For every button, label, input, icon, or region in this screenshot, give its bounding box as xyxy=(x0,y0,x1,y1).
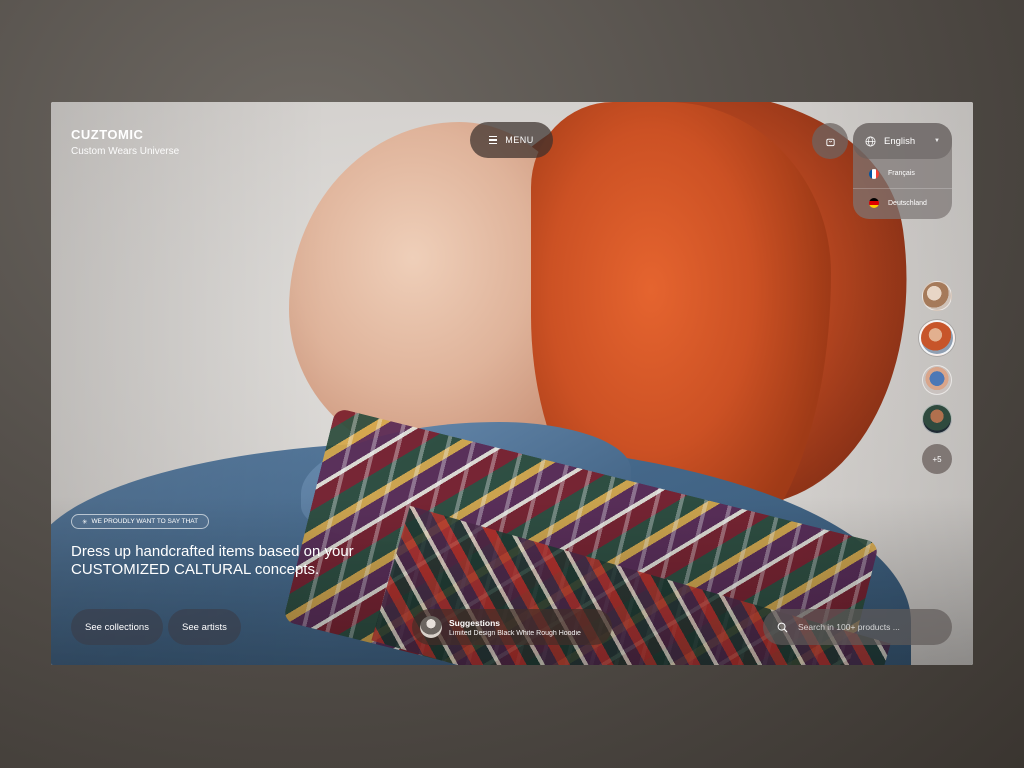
search-bar[interactable] xyxy=(763,609,952,645)
artist-avatar[interactable] xyxy=(922,365,952,395)
menu-button[interactable]: MENU xyxy=(470,122,553,158)
suggestion-thumbnail xyxy=(420,616,442,638)
hero-photo xyxy=(51,102,973,665)
brand[interactable]: CUZTOMIC Custom Wears Universe xyxy=(71,127,179,157)
globe-icon xyxy=(865,136,876,146)
language-current[interactable]: English ▼ xyxy=(853,123,952,159)
suggestion-title: Suggestions xyxy=(449,617,501,628)
suggestion-card[interactable]: Suggestions Limited Design Black White R… xyxy=(412,609,612,645)
search-icon xyxy=(777,622,788,632)
artist-avatar[interactable] xyxy=(922,281,952,311)
sparkle-icon: ✳ xyxy=(82,518,88,526)
hero-note-text: WE PROUDLY WANT TO SAY THAT xyxy=(91,518,199,525)
suggestion-item: Limited Design Black White Rough Hoodie xyxy=(449,629,581,637)
brand-tagline: Custom Wears Universe xyxy=(71,146,180,157)
hero-headline-line1: Dress up handcrafted items based on your xyxy=(71,543,354,560)
hero-headline: Dress up handcrafted items based on your… xyxy=(71,543,354,579)
chevron-down-icon: ▼ xyxy=(934,138,940,144)
language-option-french[interactable]: Français xyxy=(853,159,952,188)
artist-avatars: +5 xyxy=(919,281,955,483)
language-option-german[interactable]: Deutschland xyxy=(853,188,952,217)
more-artists-button[interactable]: +5 xyxy=(922,444,952,474)
flag-france-icon xyxy=(869,168,879,179)
cart-button[interactable] xyxy=(812,123,848,159)
see-collections-button[interactable]: See collections xyxy=(71,609,163,645)
language-option-label: Français xyxy=(888,170,915,177)
hamburger-icon xyxy=(489,136,498,144)
language-option-label: Deutschland xyxy=(888,199,927,207)
see-artists-button[interactable]: See artists xyxy=(168,609,241,645)
brand-logo[interactable]: CUZTOMIC xyxy=(71,127,179,142)
hero-headline-line2: CUSTOMIZED CALTURAL concepts. xyxy=(71,561,320,578)
hero-note-badge: ✳ WE PROUDLY WANT TO SAY THAT xyxy=(71,514,210,529)
flag-germany-icon xyxy=(869,198,879,208)
hero-frame: CUZTOMIC Custom Wears Universe MENU Engl… xyxy=(51,102,973,665)
language-selector[interactable]: English ▼ Français Deutschland xyxy=(853,123,952,219)
shopping-bag-icon xyxy=(825,138,835,146)
menu-label: MENU xyxy=(505,135,534,145)
language-current-label: English xyxy=(884,135,916,147)
search-input[interactable] xyxy=(798,622,918,632)
artist-avatar[interactable] xyxy=(922,404,952,434)
artist-avatar-active[interactable] xyxy=(919,320,955,356)
